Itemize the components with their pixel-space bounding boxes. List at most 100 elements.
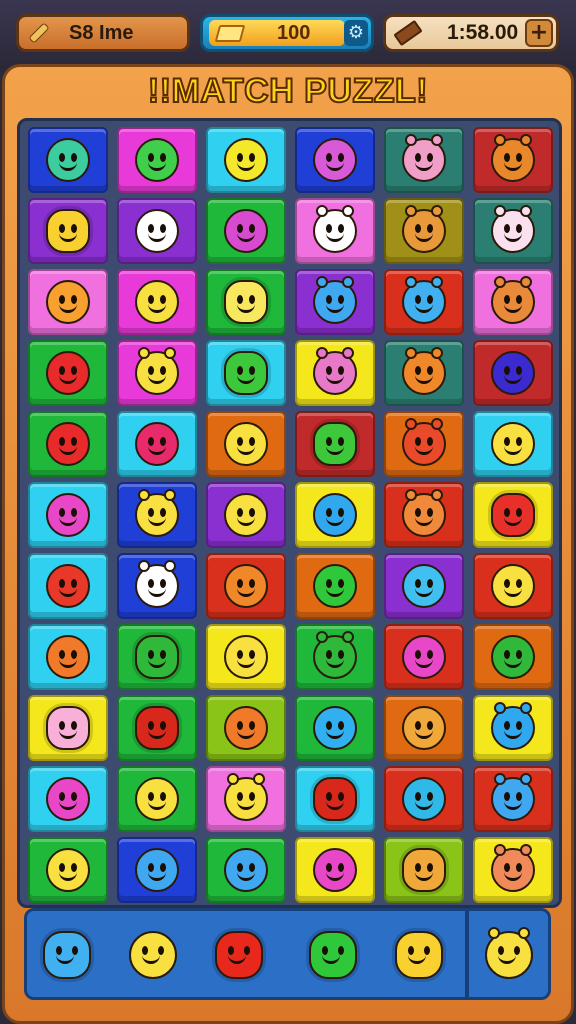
board-tile[interactable] bbox=[295, 695, 375, 761]
board-tile[interactable] bbox=[28, 695, 108, 761]
creature-mouth bbox=[415, 446, 433, 455]
settings-button[interactable]: ⚙ bbox=[344, 20, 368, 46]
creature-eye bbox=[148, 650, 154, 659]
board-tile[interactable] bbox=[117, 624, 197, 690]
creature-mouth bbox=[504, 659, 522, 668]
board-tile[interactable] bbox=[117, 127, 197, 193]
creature-eye bbox=[160, 437, 166, 446]
creature-eye bbox=[408, 946, 414, 955]
board-tile[interactable] bbox=[473, 482, 553, 548]
board-tile[interactable] bbox=[117, 411, 197, 477]
board-tile[interactable] bbox=[295, 269, 375, 335]
board-tile[interactable] bbox=[28, 482, 108, 548]
creature-eye bbox=[504, 863, 510, 872]
board-tile[interactable] bbox=[295, 553, 375, 619]
creature-ear bbox=[342, 276, 354, 288]
board-tile[interactable] bbox=[295, 837, 375, 903]
eared-creature-icon bbox=[402, 418, 446, 466]
tray-piece[interactable] bbox=[483, 927, 535, 981]
board-tile[interactable] bbox=[28, 837, 108, 903]
board-tile[interactable] bbox=[206, 695, 286, 761]
board-tile[interactable] bbox=[384, 340, 464, 406]
board-tile[interactable] bbox=[384, 198, 464, 264]
board-tile[interactable] bbox=[28, 340, 108, 406]
board-tile[interactable] bbox=[206, 411, 286, 477]
creature-eye bbox=[237, 366, 243, 375]
creature-mouth bbox=[237, 588, 255, 597]
board-tile[interactable] bbox=[117, 695, 197, 761]
board-tile[interactable] bbox=[206, 624, 286, 690]
board-tile[interactable] bbox=[384, 695, 464, 761]
board-tile[interactable] bbox=[384, 482, 464, 548]
board-tile[interactable] bbox=[295, 411, 375, 477]
tray-piece[interactable] bbox=[393, 929, 445, 981]
board-tile[interactable] bbox=[206, 766, 286, 832]
board-tile[interactable] bbox=[473, 553, 553, 619]
round-creature-icon bbox=[224, 564, 268, 608]
board-tile[interactable] bbox=[117, 198, 197, 264]
creature-ear bbox=[316, 347, 328, 359]
creature-eye bbox=[158, 946, 164, 955]
board-tile[interactable] bbox=[384, 624, 464, 690]
board-tile[interactable] bbox=[117, 269, 197, 335]
board-tile[interactable] bbox=[28, 553, 108, 619]
board-tile[interactable] bbox=[295, 340, 375, 406]
board-tile[interactable] bbox=[384, 766, 464, 832]
creature-mouth bbox=[56, 955, 74, 964]
board-tile[interactable] bbox=[473, 695, 553, 761]
board-tile[interactable] bbox=[206, 340, 286, 406]
board-tile[interactable] bbox=[384, 837, 464, 903]
board-tile[interactable] bbox=[384, 553, 464, 619]
board-tile[interactable] bbox=[473, 766, 553, 832]
board-tile[interactable] bbox=[473, 411, 553, 477]
creature-eye bbox=[71, 437, 77, 446]
board-tile[interactable] bbox=[28, 269, 108, 335]
round-creature-icon bbox=[129, 931, 177, 979]
board-tile[interactable] bbox=[295, 198, 375, 264]
board-tile[interactable] bbox=[28, 766, 108, 832]
board-tile[interactable] bbox=[206, 127, 286, 193]
round-creature-icon bbox=[135, 209, 179, 253]
board-tile[interactable] bbox=[295, 127, 375, 193]
board-tile[interactable] bbox=[473, 198, 553, 264]
board-tile[interactable] bbox=[295, 766, 375, 832]
board-tile[interactable] bbox=[206, 553, 286, 619]
board-tile[interactable] bbox=[206, 269, 286, 335]
creature-mouth bbox=[59, 446, 77, 455]
tray-piece[interactable] bbox=[41, 929, 93, 981]
tray-piece[interactable] bbox=[307, 929, 359, 981]
board-tile[interactable] bbox=[384, 269, 464, 335]
board-tile[interactable] bbox=[473, 624, 553, 690]
player-name-panel[interactable]: S8 Ime bbox=[16, 14, 190, 52]
board-tile[interactable] bbox=[28, 198, 108, 264]
board-tile[interactable] bbox=[473, 340, 553, 406]
board-tile[interactable] bbox=[28, 127, 108, 193]
creature-eye bbox=[59, 650, 65, 659]
board-tile[interactable] bbox=[384, 411, 464, 477]
board-tile[interactable] bbox=[117, 837, 197, 903]
board-tile[interactable] bbox=[295, 624, 375, 690]
round-creature-icon bbox=[46, 280, 90, 324]
board-tile[interactable] bbox=[117, 482, 197, 548]
board-tile[interactable] bbox=[384, 127, 464, 193]
board-tile[interactable] bbox=[28, 411, 108, 477]
tray-piece[interactable] bbox=[127, 929, 179, 981]
board-tile[interactable] bbox=[117, 553, 197, 619]
creature-eye bbox=[516, 437, 522, 446]
board-tile[interactable] bbox=[117, 766, 197, 832]
board-tile[interactable] bbox=[117, 340, 197, 406]
creature-eye bbox=[338, 295, 344, 304]
board-tile[interactable] bbox=[28, 624, 108, 690]
board-tile[interactable] bbox=[473, 837, 553, 903]
tray-piece[interactable] bbox=[213, 929, 265, 981]
board-tile[interactable] bbox=[473, 269, 553, 335]
board-tile[interactable] bbox=[206, 482, 286, 548]
creature-eye bbox=[249, 153, 255, 162]
board-tile[interactable] bbox=[295, 482, 375, 548]
board-tile[interactable] bbox=[206, 198, 286, 264]
add-time-button[interactable]: + bbox=[525, 19, 553, 47]
creature-ear bbox=[405, 418, 417, 430]
board-tile[interactable] bbox=[473, 127, 553, 193]
round-creature-icon bbox=[46, 493, 90, 537]
board-tile[interactable] bbox=[206, 837, 286, 903]
